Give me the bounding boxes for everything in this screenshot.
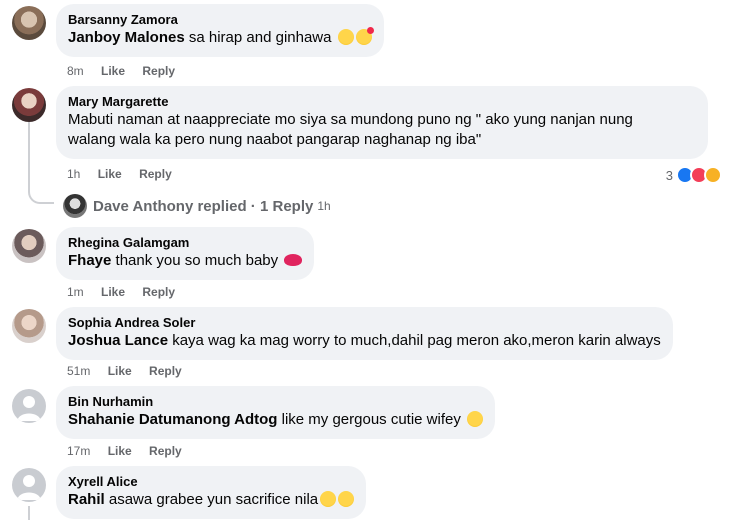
mention-tag[interactable]: Joshua Lance — [68, 332, 168, 349]
like-button[interactable]: Like — [101, 63, 125, 79]
reply-button[interactable]: Reply — [149, 363, 182, 379]
mention-tag[interactable]: Rahil — [68, 491, 105, 508]
comment-time[interactable]: 17m — [67, 443, 90, 459]
comment-bubble: Rhegina Galamgam Fhaye thank you so much… — [56, 227, 315, 280]
comment-bubble: Barsanny Zamora Janboy Malones sa hirap … — [56, 4, 384, 57]
avatar[interactable] — [12, 309, 46, 343]
reaction-summary[interactable]: 3 — [666, 166, 722, 184]
reply-button[interactable]: Reply — [142, 284, 175, 300]
comment-body: like my gergous cutie wifey — [277, 411, 461, 428]
comment-time[interactable]: 51m — [67, 363, 90, 379]
reply-button[interactable]: Reply — [142, 63, 175, 79]
comment-author[interactable]: Bin Nurhamin — [68, 394, 483, 410]
mention-tag[interactable]: Fhaye — [68, 252, 111, 269]
avatar[interactable] — [12, 88, 46, 122]
thread-connector — [28, 188, 54, 204]
avatar[interactable] — [12, 6, 46, 40]
smile-emoji-icon — [320, 491, 337, 507]
default-avatar-icon[interactable] — [12, 389, 46, 423]
reaction-count: 3 — [665, 167, 673, 183]
comment-bubble: Xyrell Alice Rahil asawa grabee yun sacr… — [56, 466, 367, 519]
comment-author[interactable]: Sophia Andrea Soler — [68, 315, 661, 331]
comment-actions: 51m Like Reply — [67, 363, 196, 379]
view-replies[interactable]: Dave Anthony replied · 1 Reply 1h — [63, 193, 331, 219]
comment-text: Joshua Lance kaya wag ka mag worry to mu… — [68, 331, 661, 351]
replies-time: 1h — [317, 199, 331, 213]
care-reaction-icon — [704, 166, 722, 184]
mention-tag[interactable]: Shahanie Datumanong Adtog — [68, 411, 277, 428]
smile-emoji-icon — [338, 491, 355, 507]
comment-text: Fhaye thank you so much baby — [68, 251, 303, 271]
thread-line — [28, 506, 30, 520]
reply-button[interactable]: Reply — [149, 443, 182, 459]
comment-bubble: Sophia Andrea Soler Joshua Lance kaya wa… — [56, 307, 673, 360]
comment-actions: 17m Like Reply — [67, 443, 196, 459]
like-button[interactable]: Like — [108, 363, 132, 379]
comment-author[interactable]: Xyrell Alice — [68, 474, 354, 490]
avatar[interactable] — [12, 229, 46, 263]
comment-bubble: Bin Nurhamin Shahanie Datumanong Adtog l… — [56, 386, 496, 439]
comment-text-line-1: Mabuti naman at naappreciate mo siya sa … — [68, 111, 633, 128]
replies-label[interactable]: Dave Anthony replied · 1 Reply — [93, 198, 313, 215]
comment-body: thank you so much baby — [111, 252, 279, 269]
comment-text-line-2: walang wala ka pero nung naabot pangarap… — [68, 131, 482, 148]
comment-author[interactable]: Barsanny Zamora — [68, 12, 372, 28]
like-button[interactable]: Like — [108, 443, 132, 459]
thread-line — [28, 122, 30, 190]
comment-bubble: Mary Margarette Mabuti naman at naapprec… — [56, 86, 708, 159]
comment-text: Rahil asawa grabee yun sacrifice nila — [68, 490, 355, 510]
kiss-lips-emoji-icon — [284, 254, 303, 266]
like-button[interactable]: Like — [98, 166, 122, 182]
tearful-emoji-icon — [467, 411, 484, 427]
comment-author[interactable]: Rhegina Galamgam — [68, 235, 302, 251]
mention-tag[interactable]: Janboy Malones — [68, 29, 185, 46]
comment-time[interactable]: 8m — [67, 63, 84, 79]
comment-actions: 8m Like Reply — [67, 63, 189, 79]
heart-face-emoji-icon — [355, 27, 374, 45]
reply-avatar — [63, 194, 87, 218]
comment-body: asawa grabee yun sacrifice nila — [104, 491, 319, 508]
default-avatar-icon[interactable] — [12, 468, 46, 502]
smile-emoji-icon — [337, 29, 354, 45]
comment-time[interactable]: 1h — [67, 166, 80, 182]
comment-author[interactable]: Mary Margarette — [68, 94, 696, 110]
comment-time[interactable]: 1m — [67, 284, 84, 300]
comment-actions: 1m Like Reply — [67, 284, 189, 300]
comment-actions: 1h Like Reply — [67, 166, 186, 182]
like-button[interactable]: Like — [101, 284, 125, 300]
comment-body: sa hirap and ginhawa — [184, 29, 332, 46]
comment-text: Shahanie Datumanong Adtog like my gergou… — [68, 410, 484, 430]
comment-body: kaya wag ka mag worry to much,dahil pag … — [168, 332, 661, 349]
reply-button[interactable]: Reply — [139, 166, 172, 182]
comment-text: Janboy Malones sa hirap and ginhawa — [68, 27, 374, 48]
